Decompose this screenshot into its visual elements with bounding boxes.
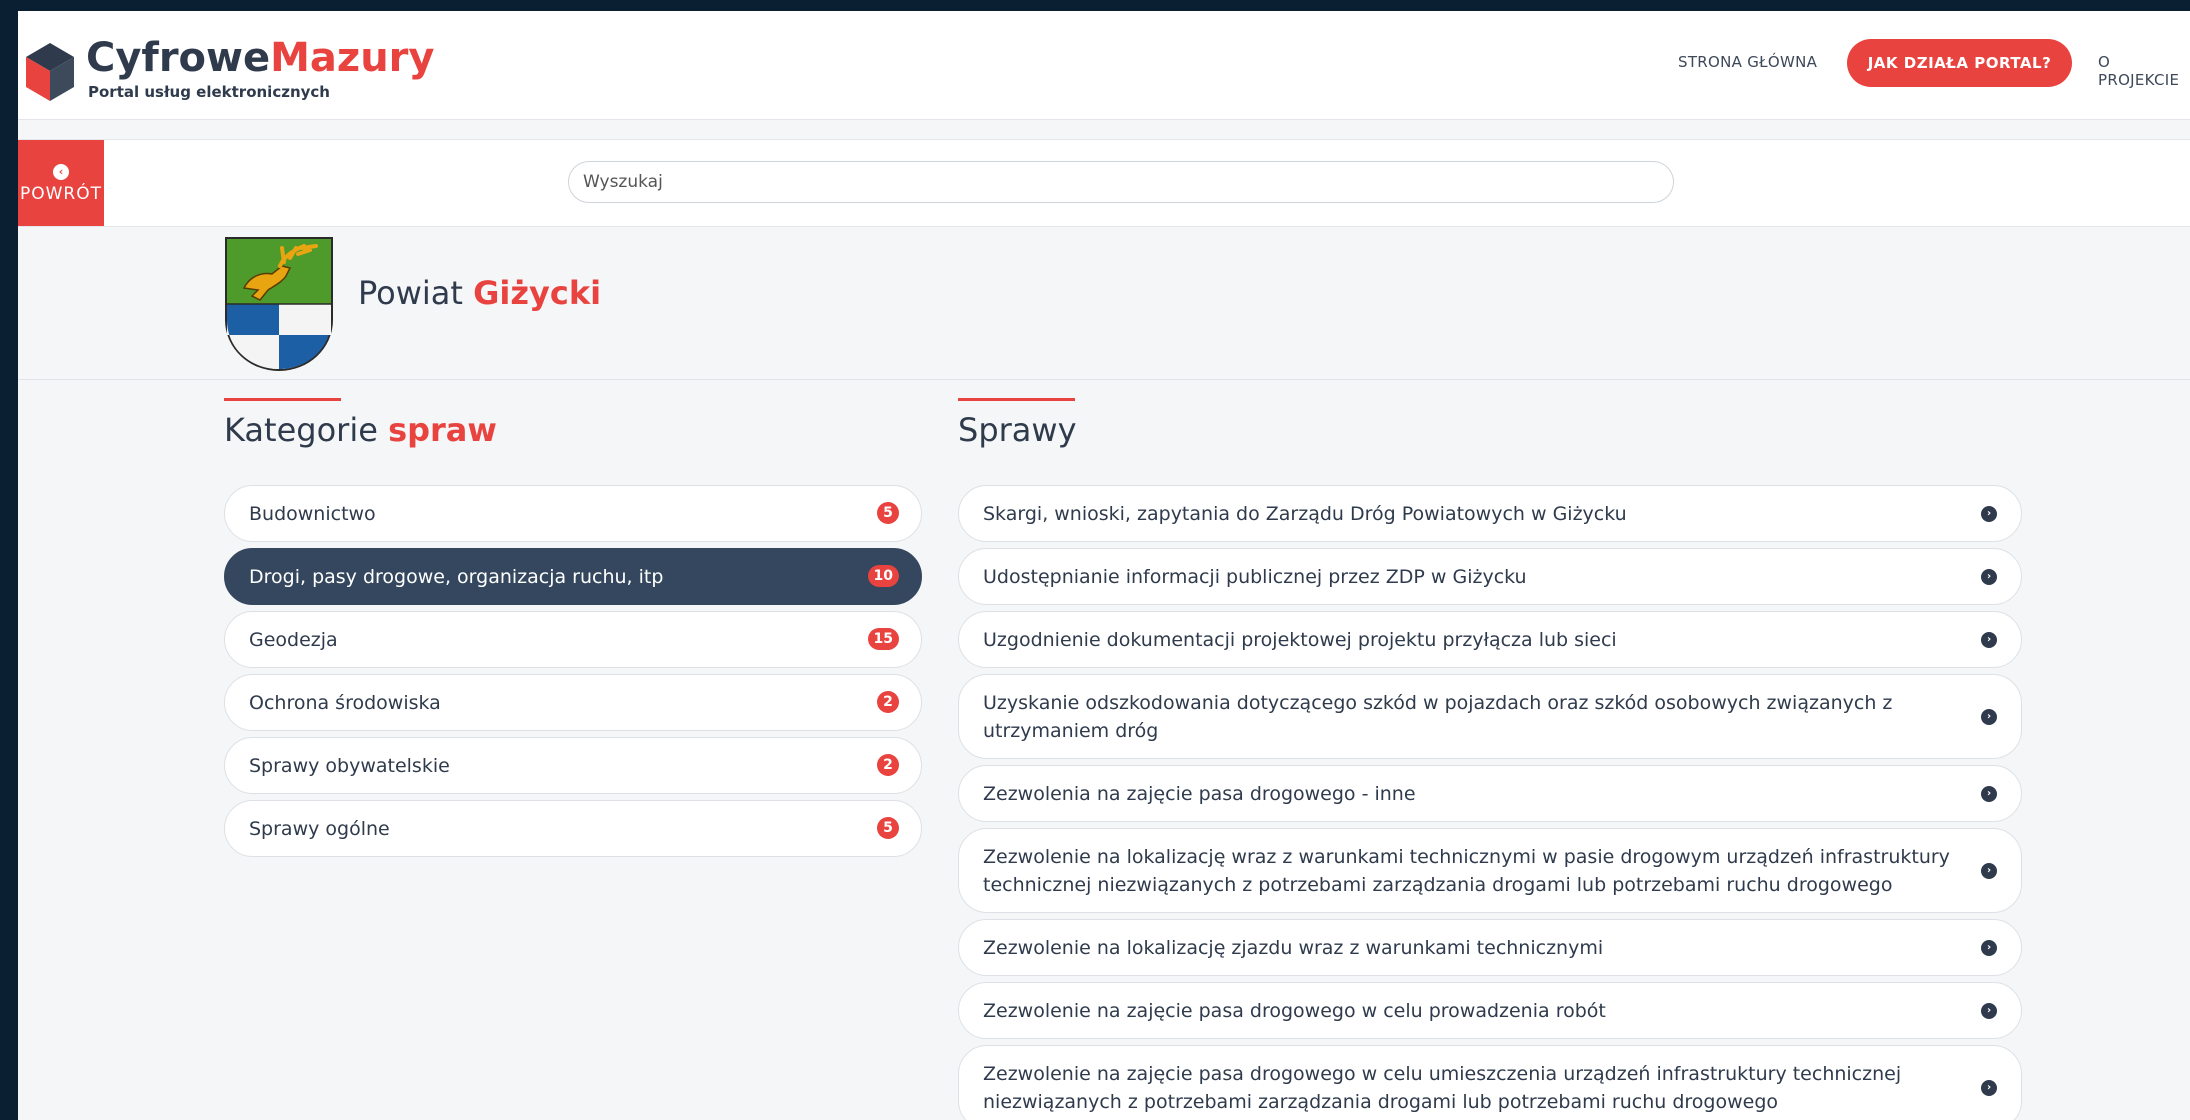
chevron-right-circle-icon: › bbox=[1981, 862, 1997, 879]
category-item[interactable]: Sprawy ogólne 5 bbox=[224, 800, 922, 857]
brand-name: CyfroweMazury bbox=[86, 35, 435, 81]
case-item[interactable]: Zezwolenie na lokalizację zjazdu wraz z … bbox=[958, 919, 2022, 976]
category-label: Ochrona środowiska bbox=[249, 692, 441, 714]
search-bar-row: ‹ POWRÓT bbox=[18, 139, 2190, 227]
case-label: Uzyskanie odszkodowania dotyczącego szkó… bbox=[983, 692, 1893, 742]
category-item[interactable]: Ochrona środowiska 2 bbox=[224, 674, 922, 731]
category-count-badge: 15 bbox=[867, 628, 899, 650]
category-count-badge: 5 bbox=[877, 817, 899, 839]
case-label: Skargi, wnioski, zapytania do Zarządu Dr… bbox=[983, 503, 1627, 525]
chevron-right-circle-icon: › bbox=[1981, 631, 1997, 648]
chevron-right-circle-icon: › bbox=[1981, 785, 1997, 802]
case-item[interactable]: Zezwolenie na lokalizację wraz z warunka… bbox=[958, 828, 2022, 913]
categories-title-accent bbox=[224, 398, 341, 401]
chevron-left-circle-icon: ‹ bbox=[53, 164, 69, 180]
nav-home-link[interactable]: STRONA GŁÓWNA bbox=[1678, 53, 1817, 71]
case-label: Zezwolenie na lokalizację wraz z warunka… bbox=[983, 846, 1950, 896]
case-label: Uzgodnienie dokumentacji projektowej pro… bbox=[983, 629, 1617, 651]
category-count-badge: 10 bbox=[867, 565, 899, 587]
category-count-badge: 5 bbox=[877, 502, 899, 524]
nav-about-link[interactable]: O PROJEKCIE bbox=[2098, 53, 2190, 89]
header-divider bbox=[18, 379, 2190, 380]
case-item[interactable]: Skargi, wnioski, zapytania do Zarządu Dr… bbox=[958, 485, 2022, 542]
chevron-right-circle-icon: › bbox=[1981, 505, 1997, 522]
case-item[interactable]: Zezwolenie na zajęcie pasa drogowego w c… bbox=[958, 982, 2022, 1039]
category-label: Geodezja bbox=[249, 629, 338, 651]
search-input[interactable] bbox=[568, 161, 1674, 203]
top-navigation-bar: CyfroweMazury Portal usług elektroniczny… bbox=[18, 11, 2190, 120]
category-list: Budownictwo 5 Drogi, pasy drogowe, organ… bbox=[224, 485, 922, 863]
case-item[interactable]: Zezwolenie na zajęcie pasa drogowego w c… bbox=[958, 1045, 2022, 1120]
brand-tagline: Portal usług elektronicznych bbox=[88, 83, 330, 101]
case-item[interactable]: Zezwolenia na zajęcie pasa drogowego - i… bbox=[958, 765, 2022, 822]
case-label: Zezwolenie na lokalizację zjazdu wraz z … bbox=[983, 937, 1604, 959]
nav-how-it-works-button[interactable]: JAK DZIAŁA PORTAL? bbox=[1847, 39, 2072, 87]
page-title: Powiat Giżycki bbox=[358, 274, 602, 312]
case-item[interactable]: Udostępnianie informacji publicznej prze… bbox=[958, 548, 2022, 605]
case-item[interactable]: Uzyskanie odszkodowania dotyczącego szkó… bbox=[958, 674, 2022, 759]
category-label: Sprawy obywatelskie bbox=[249, 755, 450, 777]
back-label: POWRÓT bbox=[19, 184, 103, 204]
category-item[interactable]: Geodezja 15 bbox=[224, 611, 922, 668]
chevron-right-circle-icon: › bbox=[1981, 708, 1997, 725]
case-list: Skargi, wnioski, zapytania do Zarządu Dr… bbox=[958, 485, 2022, 1120]
category-label: Sprawy ogólne bbox=[249, 818, 390, 840]
category-item[interactable]: Budownictwo 5 bbox=[224, 485, 922, 542]
case-label: Zezwolenie na zajęcie pasa drogowego w c… bbox=[983, 1063, 1902, 1113]
categories-title: Kategorie spraw bbox=[224, 411, 497, 449]
chevron-right-circle-icon: › bbox=[1981, 939, 1997, 956]
coat-of-arms-icon bbox=[225, 237, 333, 372]
category-count-badge: 2 bbox=[877, 754, 899, 776]
logo-cube-icon bbox=[26, 43, 74, 101]
chevron-right-circle-icon: › bbox=[1981, 1079, 1997, 1096]
cases-title: Sprawy bbox=[958, 411, 1077, 449]
chevron-right-circle-icon: › bbox=[1981, 1002, 1997, 1019]
category-count-badge: 2 bbox=[877, 691, 899, 713]
browser-viewport: CyfroweMazury Portal usług elektroniczny… bbox=[18, 11, 2190, 1120]
case-label: Zezwolenia na zajęcie pasa drogowego - i… bbox=[983, 783, 1416, 805]
site-logo[interactable]: CyfroweMazury Portal usług elektroniczny… bbox=[26, 35, 434, 107]
case-item[interactable]: Uzgodnienie dokumentacji projektowej pro… bbox=[958, 611, 2022, 668]
back-button[interactable]: ‹ POWRÓT bbox=[18, 140, 104, 226]
category-item-active[interactable]: Drogi, pasy drogowe, organizacja ruchu, … bbox=[224, 548, 922, 605]
case-label: Udostępnianie informacji publicznej prze… bbox=[983, 566, 1527, 588]
cases-title-accent bbox=[958, 398, 1075, 401]
chevron-right-circle-icon: › bbox=[1981, 568, 1997, 585]
category-item[interactable]: Sprawy obywatelskie 2 bbox=[224, 737, 922, 794]
category-label: Budownictwo bbox=[249, 503, 376, 525]
case-label: Zezwolenie na zajęcie pasa drogowego w c… bbox=[983, 1000, 1606, 1022]
category-label: Drogi, pasy drogowe, organizacja ruchu, … bbox=[249, 566, 664, 588]
